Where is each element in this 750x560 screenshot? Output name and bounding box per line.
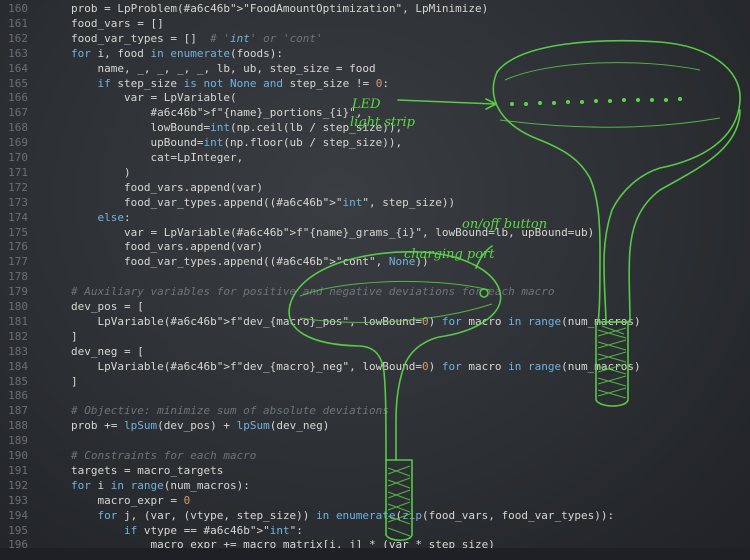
- code-text: for i, food in enumerate(foods):: [71, 46, 283, 60]
- code-text: prob = LpProblem(#a6c46b">"FoodAmountOpt…: [71, 2, 489, 15]
- line-number: 167: [8, 106, 28, 120]
- line-number: 161: [8, 16, 28, 30]
- code-text: for j, (var, (vtype, step_size)) in enum…: [97, 508, 615, 522]
- code-text: food_var_types.append((#a6c46b">"cont", …: [71, 255, 429, 269]
- line-number: 179: [8, 285, 28, 299]
- code-text: food_vars = []: [71, 16, 164, 30]
- line-number: 162: [8, 31, 28, 45]
- line-number: 175: [8, 225, 28, 239]
- code-text: food_vars.append(var): [71, 180, 264, 194]
- code-text: lowBound=int(np.ceil(lb / step_size)),: [71, 121, 403, 135]
- line-number: 184: [8, 359, 28, 373]
- line-number: 165: [8, 76, 28, 90]
- code-text: food_var_types = [] # 'int' or 'cont': [71, 31, 323, 45]
- line-number: 173: [8, 195, 28, 209]
- code-text: LpVariable(#a6c46b">f"dev_{macro}_neg", …: [71, 359, 641, 373]
- code-text: name, _, _, _, _, lb, ub, step_size = fo…: [71, 61, 376, 75]
- line-number: 188: [8, 419, 28, 433]
- line-number: 187: [8, 404, 28, 418]
- line-number: 183: [8, 344, 28, 358]
- line-number: 193: [8, 493, 28, 507]
- code-text: #a6c46b">f"{name}_portions_{i}",: [150, 106, 363, 120]
- code-editor[interactable]: 160 prob = LpProblem(#a6c46b">"FoodAmount…: [0, 0, 750, 560]
- status-strip: [0, 548, 750, 560]
- code-text: macro_expr = 0: [71, 493, 191, 507]
- code-text: cat=LpInteger,: [71, 151, 244, 164]
- code-text: dev_neg = [: [71, 344, 144, 358]
- line-number: 176: [8, 240, 28, 254]
- code-text: ]: [71, 329, 78, 343]
- code-text: ]: [71, 374, 78, 388]
- code-text: food_vars.append(var): [71, 240, 264, 254]
- code-text: upBound=int(np.floor(ub / step_size)),: [71, 136, 403, 150]
- code-text: targets = macro_targets: [71, 463, 224, 477]
- code-text: ): [71, 165, 131, 179]
- line-number: 190: [8, 449, 28, 462]
- line-number: 163: [8, 46, 28, 60]
- code-text: # Auxiliary variables for positive and n…: [71, 285, 555, 299]
- line-number: 177: [8, 255, 28, 269]
- line-number: 170: [8, 151, 28, 164]
- line-number: 181: [8, 314, 28, 328]
- line-number: 169: [8, 136, 28, 150]
- code-text: var = LpVariable(#a6c46b">f"{name}_grams…: [71, 225, 595, 239]
- code-text: LpVariable(#a6c46b">f"dev_{macro}_pos", …: [71, 314, 641, 328]
- line-number: 194: [8, 508, 28, 522]
- line-number: 186: [8, 389, 28, 403]
- line-number: 166: [8, 91, 28, 105]
- line-number: 182: [8, 329, 28, 343]
- line-number: 180: [8, 300, 28, 313]
- line-number: 171: [8, 165, 28, 179]
- line-number: 164: [8, 61, 28, 75]
- line-number: 178: [8, 270, 28, 284]
- line-number: 172: [8, 180, 28, 194]
- code-text: dev_pos = [: [71, 300, 144, 313]
- code-text: if vtype == #a6c46b">"int":: [123, 523, 303, 537]
- code-text: food_var_types.append((#a6c46b">"int", s…: [71, 195, 456, 209]
- line-number: 168: [8, 121, 28, 135]
- code-text: else:: [97, 210, 131, 224]
- line-number: 185: [8, 374, 28, 388]
- code-text: for i in range(num_macros):: [71, 478, 250, 492]
- code-text: var = LpVariable(: [71, 91, 237, 105]
- line-number: 189: [8, 434, 28, 448]
- line-number: 191: [8, 463, 28, 477]
- line-number: 192: [8, 478, 28, 492]
- code-text: if step_size is not None and step_size !…: [97, 76, 389, 90]
- code-text: # Objective: minimize sum of absolute de…: [71, 404, 389, 418]
- code-text: prob += lpSum(dev_pos) + lpSum(dev_neg): [71, 419, 330, 433]
- line-number: 195: [8, 523, 28, 537]
- line-number: 160: [8, 2, 28, 15]
- line-number: 174: [8, 210, 28, 224]
- code-text: # Constraints for each macro: [71, 449, 257, 462]
